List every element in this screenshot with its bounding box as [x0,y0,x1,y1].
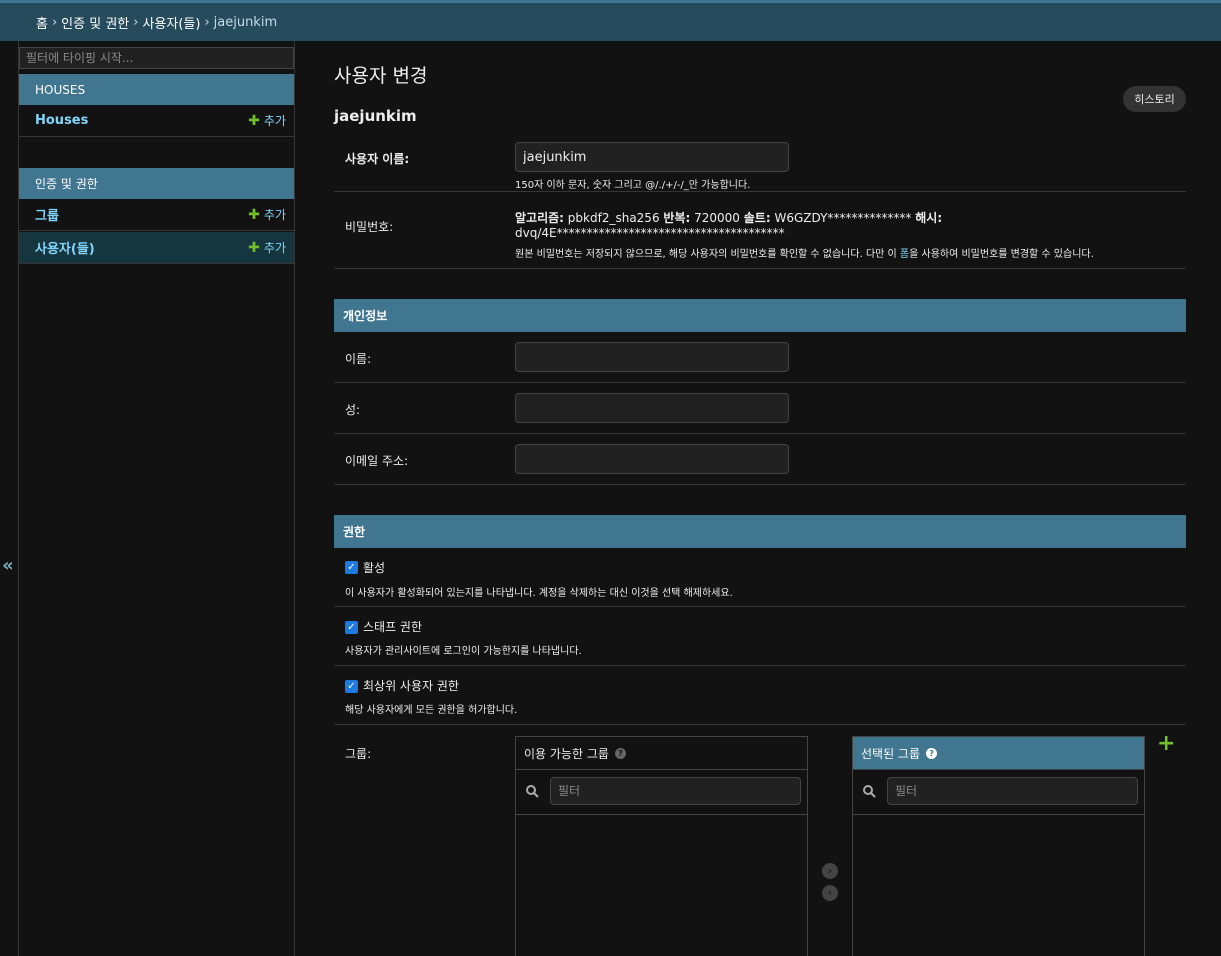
breadcrumb-current: jaejunkim [213,14,278,30]
breadcrumb-separator: › [133,14,139,30]
chosen-groups-list[interactable] [853,815,1144,956]
add-group-plus-icon[interactable]: + [1157,731,1175,756]
chosen-groups-title: 선택된 그룹 ? [853,737,1144,770]
algorithm-label: 알고리즘: [515,211,564,225]
sidebar-item-groups: 그룹 ✚ 추가 [19,199,294,231]
username-row: 사용자 이름: 150자 이하 문자, 숫자 그리고 @/./+/-/_만 가능… [334,133,1186,192]
superuser-help: 해당 사용자에게 모든 권한을 허가합니다. [345,705,518,716]
available-groups-filter-input[interactable] [550,777,801,805]
username-input[interactable] [515,142,789,172]
plus-icon: ✚ [248,112,260,129]
permissions-caption: 권한 [334,515,1186,548]
main-content: 사용자 변경 jaejunkim 히스토리 사용자 이름: 150자 이하 문자… [295,41,1221,956]
available-groups-title: 이용 가능한 그룹 ? [516,737,807,770]
first-name-label: 이름: [345,352,372,366]
last-name-input[interactable] [515,393,789,423]
salt-label: 솔트: [743,211,771,225]
breadcrumb-model[interactable]: 사용자(들) [142,13,200,32]
superuser-checkbox[interactable]: ✓ [345,680,358,693]
password-summary: 알고리즘: pbkdf2_sha256 반복: 720000 솔트: W6GZD… [515,209,942,226]
salt-value: W6GZDY************** [774,211,912,225]
help-icon[interactable]: ? [926,747,938,759]
add-user-button[interactable]: ✚ 추가 [248,239,286,256]
algorithm-value: pbkdf2_sha256 [567,211,660,225]
first-name-row: 이름: [334,332,1186,383]
active-row: ✓ 활성 이 사용자가 활성화되어 있는지를 나타냅니다. 계정을 삭제하는 대… [334,548,1186,607]
add-house-button[interactable]: ✚ 추가 [248,112,286,129]
add-label: 추가 [263,208,286,222]
staff-help: 사용자가 관리사이트에 로그인이 가능한지를 나타냅니다. [345,646,582,657]
search-icon [526,785,539,798]
password-row: 비밀번호: 알고리즘: pbkdf2_sha256 반복: 720000 솔트:… [334,192,1186,269]
add-group-button[interactable]: ✚ 추가 [248,206,286,223]
iterations-label: 반복: [663,211,691,225]
superuser-label[interactable]: 최상위 사용자 권한 [363,677,459,694]
active-help: 이 사용자가 활성화되어 있는지를 나타냅니다. 계정을 삭제하는 대신 이것을… [345,588,733,599]
add-label: 추가 [263,114,286,128]
last-name-row: 성: [334,383,1186,434]
available-groups-title-text: 이용 가능한 그룹 [524,746,609,761]
arrow-right-circle-icon[interactable]: › [822,863,838,879]
first-name-input[interactable] [515,342,789,372]
staff-checkbox[interactable]: ✓ [345,621,358,634]
object-name: jaejunkim [334,107,417,125]
plus-icon: ✚ [248,239,260,256]
password-label: 비밀번호: [345,220,394,234]
breadcrumb-app[interactable]: 인증 및 권한 [61,13,129,32]
arrow-left-circle-icon[interactable]: ‹ [822,885,838,901]
sidebar-item-label[interactable]: 그룹 [35,205,59,224]
email-label: 이메일 주소: [345,454,409,468]
last-name-label: 성: [345,403,361,417]
sidebar-app-houses[interactable]: HOUSES [19,74,294,105]
password-help-text: 원본 비밀번호는 저장되지 않으므로, 해당 사용자의 비밀번호를 확인할 수 … [515,249,900,260]
email-input[interactable] [515,444,789,474]
available-groups-box: 이용 가능한 그룹 ? [515,736,808,956]
available-groups-list[interactable] [516,815,807,956]
sidebar-app-auth[interactable]: 인증 및 권한 [19,168,294,199]
history-button[interactable]: 히스토리 [1123,86,1186,112]
breadcrumb: 홈 › 인증 및 권한 › 사용자(들) › jaejunkim [0,3,1221,41]
chosen-groups-box: 선택된 그룹 ? [852,736,1145,956]
collapse-sidebar-icon[interactable]: « [1,555,15,577]
password-help-text-end: 을 사용하여 비밀번호를 변경할 수 있습니다. [909,249,1094,260]
username-help: 150자 이하 문자, 숫자 그리고 @/./+/-/_만 가능합니다. [515,180,751,191]
staff-row: ✓ 스태프 권한 사용자가 관리사이트에 로그인이 가능한지를 나타냅니다. [334,607,1186,666]
sidebar: HOUSES Houses ✚추가 인증 및 권한 그룹 ✚추가 사용자(들) … [19,41,295,956]
password-change-form-link[interactable]: 폼 [900,249,909,260]
sidebar-toggle-strip[interactable]: « [0,41,19,956]
sidebar-item-label[interactable]: Houses [35,113,88,128]
password-hash-value: dvq/4E**********************************… [515,226,785,240]
search-icon [863,785,876,798]
breadcrumb-home[interactable]: 홈 [36,13,48,32]
help-icon[interactable]: ? [614,747,626,759]
superuser-row: ✓ 최상위 사용자 권한 해당 사용자에게 모든 권한을 허가합니다. [334,666,1186,725]
active-checkbox[interactable]: ✓ [345,561,358,574]
sidebar-item-label[interactable]: 사용자(들) [35,238,95,257]
sidebar-item-houses: Houses ✚ 추가 [19,105,294,137]
sidebar-item-users: 사용자(들) ✚ 추가 [19,232,294,264]
breadcrumb-separator: › [204,14,210,30]
chosen-groups-filter-input[interactable] [887,777,1138,805]
active-label[interactable]: 활성 [363,559,385,576]
available-groups-filter [516,770,807,815]
chosen-groups-title-text: 선택된 그룹 [861,746,921,761]
groups-label: 그룹: [345,747,372,761]
password-help: 원본 비밀번호는 저장되지 않으므로, 해당 사용자의 비밀번호를 확인할 수 … [515,245,1094,260]
username-label: 사용자 이름: [345,152,410,166]
email-row: 이메일 주소: [334,434,1186,485]
add-label: 추가 [263,241,286,255]
sidebar-filter-input[interactable] [19,47,294,69]
hash-label: 해시: [915,211,943,225]
chosen-groups-filter [853,770,1144,815]
staff-label[interactable]: 스태프 권한 [363,618,422,635]
iterations-value: 720000 [694,211,740,225]
personal-info-caption: 개인정보 [334,299,1186,332]
plus-icon: ✚ [248,206,260,223]
page-title: 사용자 변경 [334,65,428,87]
breadcrumb-separator: › [51,14,58,30]
